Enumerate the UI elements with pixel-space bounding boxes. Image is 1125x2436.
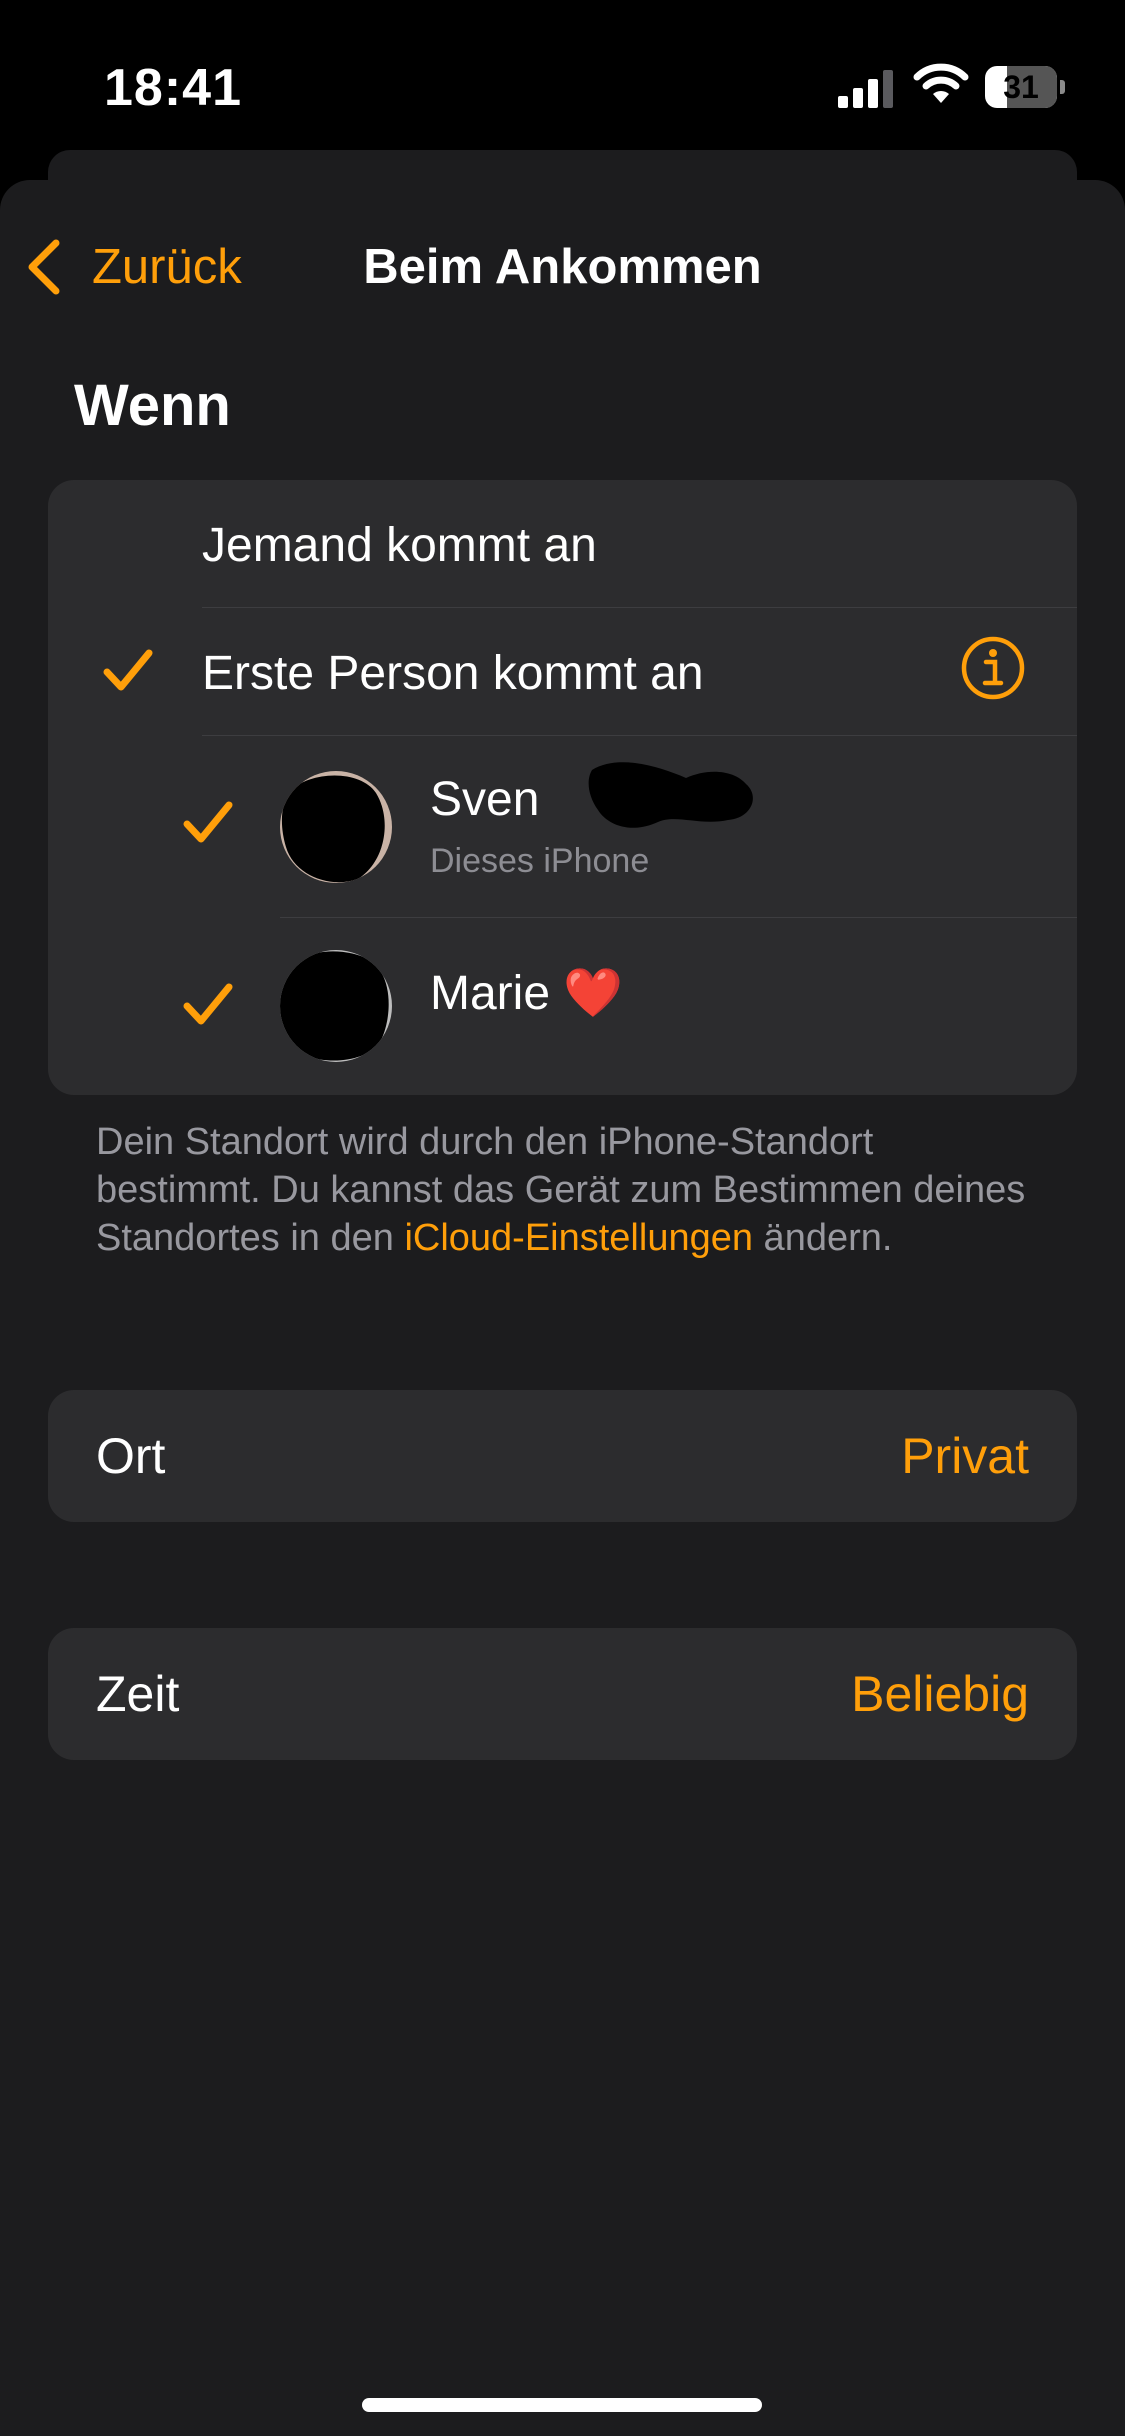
section-heading: Wenn	[74, 373, 231, 438]
location-footer-note: Dein Standort wird durch den iPhone-Stan…	[96, 1118, 1046, 1262]
person-name: Marie ❤️	[430, 967, 624, 1020]
option-label: Jemand kommt an	[202, 519, 597, 572]
time-label: Zeit	[96, 1666, 180, 1722]
icloud-settings-link[interactable]: iCloud-Einstellungen	[404, 1217, 753, 1259]
footer-text-end: ändern.	[753, 1217, 893, 1259]
battery-level: 31	[1003, 69, 1039, 105]
status-time: 18:41	[104, 59, 242, 117]
time-row[interactable]: Zeit Beliebig	[48, 1628, 1077, 1760]
automation-sheet: Beim Ankommen Zurück Wenn Jemand kommt a…	[0, 180, 1125, 2436]
checkmark-icon	[183, 983, 233, 1025]
option-first-person-arrives[interactable]: Erste Person kommt an	[48, 608, 1077, 736]
trigger-options-group: Jemand kommt an Erste Person kommt an Sv…	[48, 480, 1077, 1095]
status-bar: 18:41 31	[0, 0, 1125, 150]
avatar	[280, 771, 392, 883]
redaction-mark	[281, 775, 385, 883]
back-button[interactable]: Zurück	[24, 232, 242, 302]
location-row[interactable]: Ort Privat	[48, 1390, 1077, 1522]
person-row-sven[interactable]: Sven Dieses iPhone	[48, 736, 1077, 918]
wifi-icon	[913, 63, 969, 103]
avatar	[280, 950, 392, 1062]
location-label: Ort	[96, 1428, 166, 1484]
chevron-left-icon	[28, 239, 60, 295]
home-indicator[interactable]	[362, 2398, 762, 2412]
redaction-mark	[588, 762, 753, 828]
option-someone-arrives[interactable]: Jemand kommt an	[48, 480, 1077, 608]
location-value: Privat	[901, 1428, 1029, 1484]
time-value: Beliebig	[851, 1666, 1029, 1722]
person-subtitle: Dieses iPhone	[430, 842, 650, 880]
redaction-mark	[280, 951, 389, 1061]
option-label: Erste Person kommt an	[202, 647, 704, 700]
info-icon[interactable]	[960, 635, 1026, 701]
battery-icon: 31	[985, 66, 1065, 108]
signal-icon	[838, 70, 893, 108]
person-name: Sven	[430, 773, 540, 826]
back-label: Zurück	[92, 240, 242, 294]
checkmark-icon	[183, 801, 233, 843]
checkmark-icon	[103, 649, 153, 691]
person-row-marie[interactable]: Marie ❤️	[48, 918, 1077, 1095]
